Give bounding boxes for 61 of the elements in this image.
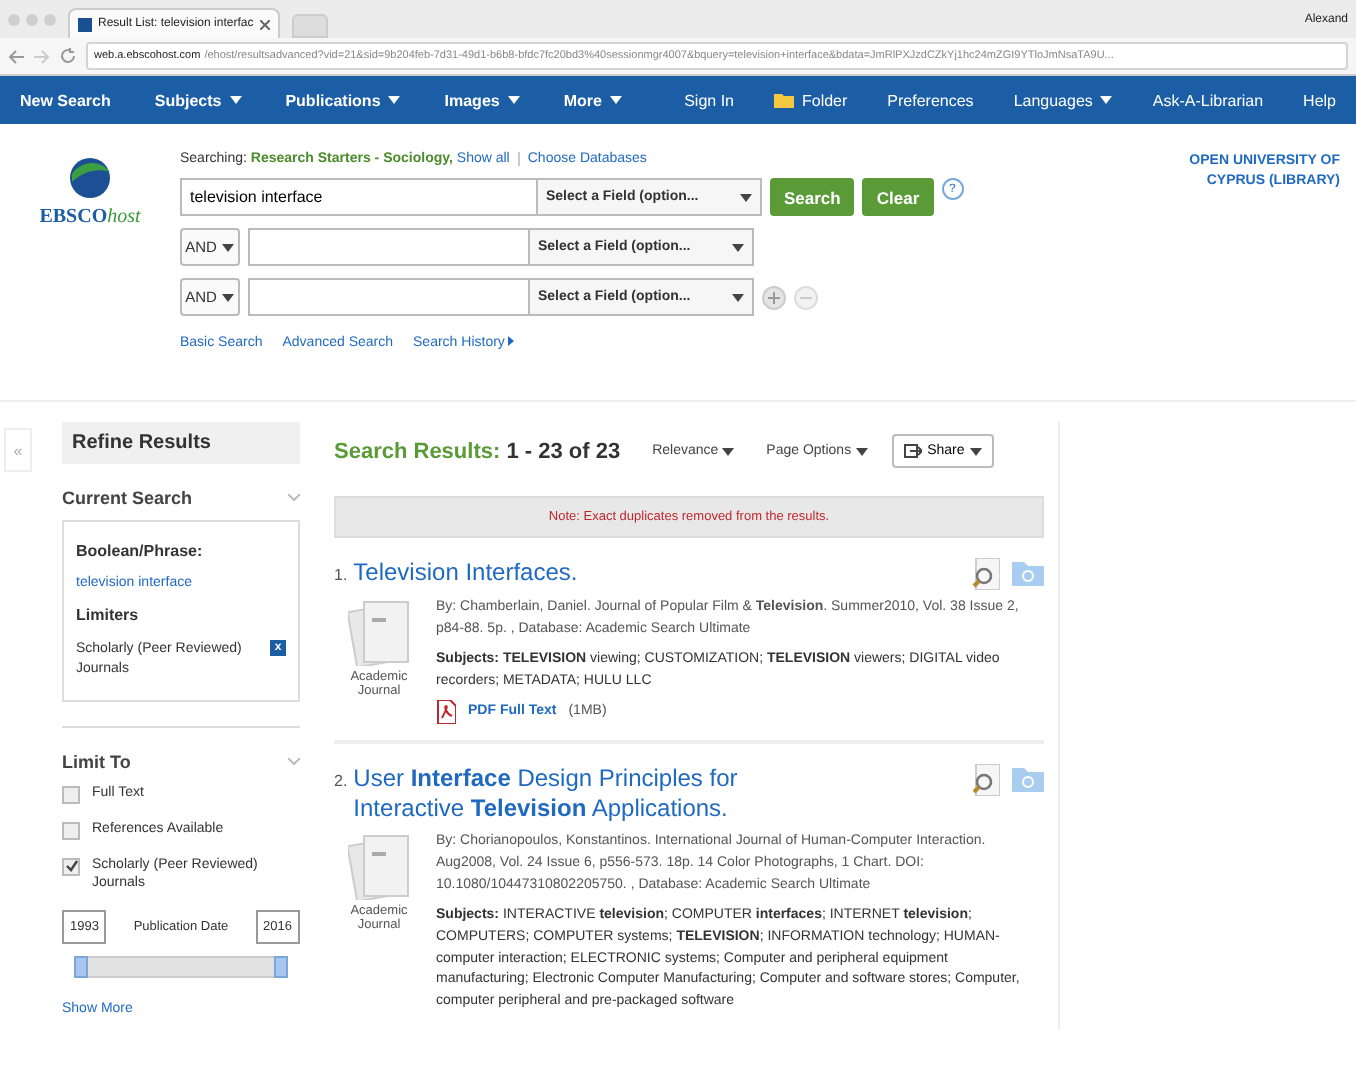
search-field[interactable]	[248, 228, 528, 266]
logo-icon	[68, 156, 112, 200]
nav-link[interactable]: Preferences	[887, 91, 974, 109]
magnifier-icon[interactable]	[972, 764, 1000, 797]
logo-text: EBSCOhost	[39, 206, 141, 228]
search-button[interactable]: Search	[770, 178, 855, 216]
limiters-heading: Limiters	[76, 606, 141, 624]
document-icon	[347, 598, 411, 666]
caret-icon	[740, 193, 752, 201]
pdf-icon	[436, 700, 456, 725]
caret-icon	[970, 447, 983, 455]
folder-icon[interactable]	[1012, 558, 1044, 586]
nav-link[interactable]: Ask-A-Librarian	[1152, 91, 1264, 109]
nav-menu-item[interactable]: New Search	[20, 91, 111, 109]
caret-icon	[1100, 96, 1113, 104]
share-icon	[903, 444, 922, 458]
checkbox[interactable]	[62, 821, 80, 840]
caret-icon	[222, 243, 235, 251]
back-icon[interactable]	[8, 49, 24, 63]
section-heading: Current Search	[62, 488, 193, 508]
document-icon	[347, 832, 411, 901]
nav-menu-item[interactable]: Publications	[285, 91, 401, 109]
nav-menu-item[interactable]: Subjects	[154, 91, 242, 109]
checkbox[interactable]	[62, 857, 80, 876]
nav-menu-item[interactable]: More	[563, 91, 622, 109]
nav-link[interactable]: Folder	[773, 91, 848, 109]
folder-icon[interactable]	[1012, 764, 1044, 793]
chevron-icon[interactable]	[288, 494, 300, 502]
checkbox[interactable]	[62, 785, 80, 804]
forward-icon[interactable]	[34, 49, 50, 63]
date-slider[interactable]	[78, 956, 284, 979]
nav-link[interactable]: Help	[1303, 91, 1336, 109]
folder-icon	[773, 92, 794, 108]
search-field[interactable]: television interface	[180, 178, 536, 216]
nav-link[interactable]: Sign In	[684, 91, 734, 109]
result-title-link[interactable]: User Interface Design Principles for Interactive Television Applications.	[353, 764, 966, 825]
result-number: 2.	[334, 772, 348, 791]
caret-icon	[732, 293, 744, 301]
caret-icon	[855, 447, 868, 455]
boolean-heading: Boolean/Phrase:	[76, 542, 205, 560]
close-icon[interactable]	[259, 19, 270, 29]
result-number: 1.	[334, 566, 348, 584]
sidebar-title: Refine Results	[62, 422, 300, 464]
magnifier-icon[interactable]	[972, 558, 1000, 590]
caret-icon	[722, 447, 735, 455]
chevron-icon[interactable]	[288, 757, 300, 766]
remove-row-icon[interactable]	[794, 285, 818, 309]
new-tab-button[interactable]	[291, 14, 328, 38]
section-heading: Limit To	[62, 751, 131, 772]
add-row-icon[interactable]	[762, 285, 786, 309]
caret-icon	[222, 293, 235, 301]
nav-menu-item[interactable]: Images	[444, 91, 520, 109]
reload-icon[interactable]	[60, 48, 76, 64]
results-heading: Search Results: 1 - 23 of 23	[334, 439, 621, 463]
nav-menu-item[interactable]: Languages	[1013, 91, 1113, 109]
search-field[interactable]	[248, 278, 528, 316]
result-title-link[interactable]: Television Interfaces.	[353, 558, 966, 588]
caret-icon	[732, 243, 744, 251]
site-icon	[78, 17, 92, 31]
caret-icon	[508, 336, 515, 346]
clear-button[interactable]: Clear	[862, 178, 934, 216]
